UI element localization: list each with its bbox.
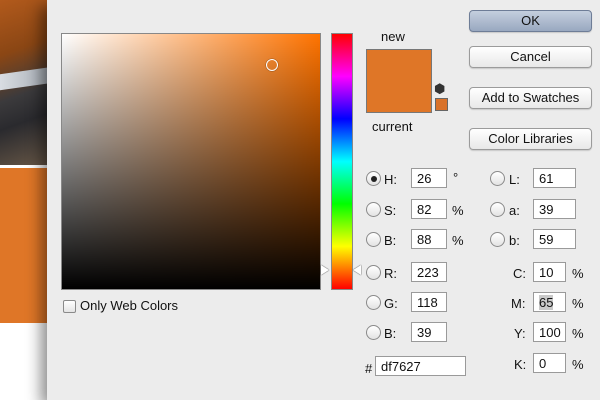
red-label: R: [384,266,397,281]
hue-unit: ° [453,170,459,185]
out-of-gamut-cube-icon[interactable]: ⬢ [434,82,445,95]
current-color-label: current [372,119,413,134]
b-channel-label: b: [509,233,520,248]
blue-field[interactable]: 39 [411,322,447,342]
hex-field[interactable]: df7627 [375,356,466,376]
blue-label: B: [384,326,397,341]
color-preview-swatch[interactable] [366,49,432,113]
cyan-field[interactable]: 10 [533,262,566,282]
only-web-colors-label: Only Web Colors [80,298,179,313]
color-field[interactable] [61,33,321,290]
magenta-field[interactable]: 65 [533,292,566,312]
a-channel-label: a: [509,203,520,218]
hue-field[interactable]: 26 [411,168,447,188]
green-label: G: [384,296,398,311]
yellow-field[interactable]: 100 [533,322,566,342]
red-field[interactable]: 223 [411,262,447,282]
radio-saturation[interactable] [366,202,381,217]
radio-lightness[interactable] [490,171,505,186]
black-unit: % [572,357,584,372]
magenta-label: M: [511,296,526,311]
brightness-label: B: [384,233,397,248]
saturation-label: S: [384,203,397,218]
yellow-label: Y: [514,326,526,341]
hue-slider[interactable] [331,33,353,290]
lightness-field[interactable]: 61 [533,168,576,188]
magenta-value-selected: 65 [539,295,554,310]
saturation-unit: % [452,203,464,218]
add-to-swatches-button[interactable]: Add to Swatches [469,87,592,109]
a-channel-field[interactable]: 39 [533,199,576,219]
cyan-label: C: [513,266,526,281]
new-color-label: new [381,29,405,44]
only-web-colors-checkbox[interactable] [63,300,76,313]
cyan-unit: % [572,266,584,281]
black-label: K: [514,357,527,372]
radio-green[interactable] [366,295,381,310]
saturation-field[interactable]: 82 [411,199,447,219]
radio-a-channel[interactable] [490,202,505,217]
green-field[interactable]: 118 [411,292,447,312]
radio-red[interactable] [366,265,381,280]
hue-label: H: [384,172,397,187]
magenta-unit: % [572,296,584,311]
ok-button[interactable]: OK [469,10,592,32]
brightness-field[interactable]: 88 [411,229,447,249]
radio-blue[interactable] [366,325,381,340]
web-safe-swatch[interactable] [435,98,448,111]
cancel-button[interactable]: Cancel [469,46,592,68]
brightness-unit: % [452,233,464,248]
black-field[interactable]: 0 [533,353,566,373]
b-channel-field[interactable]: 59 [533,229,576,249]
hex-label: # [365,361,373,376]
field-picker-circle-icon[interactable] [266,59,278,71]
color-libraries-button[interactable]: Color Libraries [469,128,592,150]
radio-b-channel[interactable] [490,232,505,247]
lightness-label: L: [509,172,520,187]
hue-slider-right-arrow-icon[interactable] [353,265,361,275]
hue-slider-left-arrow-icon[interactable] [321,265,329,275]
yellow-unit: % [572,326,584,341]
radio-brightness[interactable] [366,232,381,247]
radio-hue[interactable] [366,171,381,186]
